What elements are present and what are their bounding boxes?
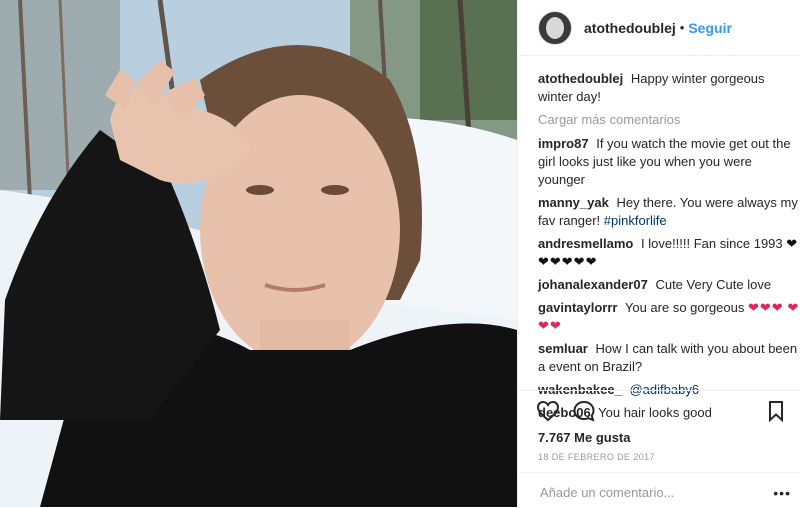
bookmark-icon[interactable] [764,399,788,423]
comment-username[interactable]: impro87 [538,136,589,151]
comment-item: impro87 If you watch the movie get out t… [538,135,800,189]
add-comment-bar: ••• [518,472,800,508]
comment-text: You are so gorgeous [624,300,745,315]
comment-input[interactable] [538,481,757,503]
load-more-comments-button[interactable]: Cargar más comentarios [538,111,800,129]
photo-illustration [0,0,517,507]
heart-icon[interactable] [536,399,560,423]
follow-button[interactable]: Seguir [688,20,732,36]
comment-text: I love!!!!! Fan since 1993 [641,236,783,251]
instagram-post: atothedoublej • Seguir atothedoublej Hap… [0,0,800,507]
caption: atothedoublej Happy winter gorgeous wint… [538,70,800,106]
post-date: 18 DE FEBRERO DE 2017 [538,452,655,462]
comments-list: atothedoublej Happy winter gorgeous wint… [538,70,800,427]
comment-item: johanalexander07 Cute Very Cute love [538,276,800,294]
hearts-emoji: ❤❤❤❤❤ [538,254,598,269]
header-username[interactable]: atothedoublej [584,20,676,36]
post-actions [518,390,800,431]
comment-text: Cute Very Cute love [655,277,772,292]
header-separator: • [679,20,685,35]
comment-username[interactable]: manny_yak [538,195,609,210]
comment-item: gavintaylorrr You are so gorgeous ❤❤❤ ❤❤… [538,299,800,335]
caption-username[interactable]: atothedoublej [538,71,623,86]
comment-username[interactable]: semluar [538,341,588,356]
comment-username[interactable]: johanalexander07 [538,277,648,292]
comment-username[interactable]: andresmellamo [538,236,633,251]
comment-item: semluar How I can talk with you about be… [538,340,800,376]
hashtag-link[interactable]: #pinkforlife [604,213,667,228]
more-options-icon[interactable]: ••• [773,485,791,501]
comment-username[interactable]: gavintaylorrr [538,300,617,315]
comment-item: andresmellamo I love!!!!! Fan since 1993… [538,235,800,271]
comment-item: manny_yak Hey there. You were always my … [538,194,800,230]
heart-emoji: ❤ [786,236,799,251]
avatar[interactable] [538,10,572,45]
likes-count[interactable]: 7.767 Me gusta [538,430,631,445]
post-photo[interactable] [0,0,517,507]
post-header: atothedoublej • Seguir [518,0,800,56]
post-sidebar: atothedoublej • Seguir atothedoublej Hap… [517,0,800,507]
hearts-emoji: ❤❤❤ [748,300,784,315]
comment-icon[interactable] [572,399,596,423]
